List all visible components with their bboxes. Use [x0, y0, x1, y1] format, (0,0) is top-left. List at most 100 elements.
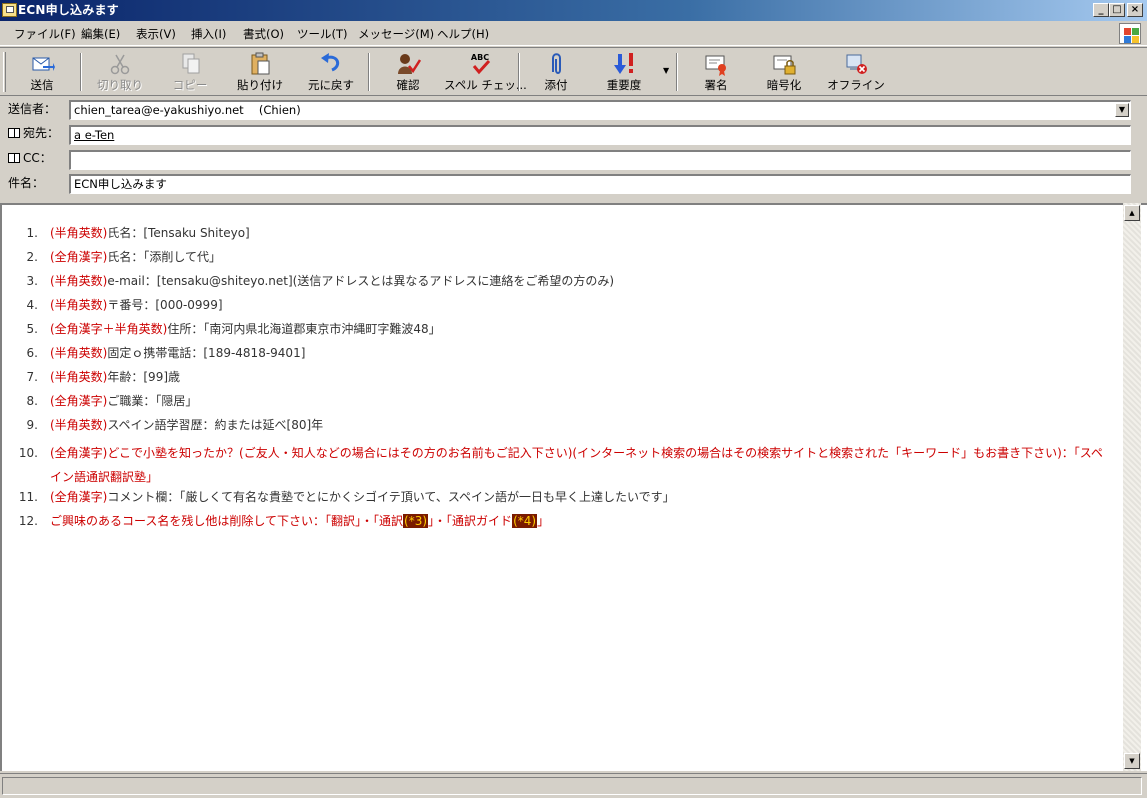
subject-label: 件名：: [8, 176, 45, 190]
clipboard-icon: [251, 52, 270, 75]
cut-button[interactable]: 切り取り: [92, 50, 148, 94]
list-number: 8.: [26, 394, 38, 408]
minimize-button[interactable]: _: [1093, 3, 1109, 17]
copy-button[interactable]: コピー: [162, 50, 218, 94]
menu-message[interactable]: メッセージ(M): [358, 27, 434, 41]
paste-button[interactable]: 貼り付け: [232, 50, 288, 94]
check-names-label: 確認: [396, 78, 420, 92]
item-tag: (半角英数): [50, 418, 108, 432]
cc-field[interactable]: [69, 150, 1131, 170]
address-book-icon: [8, 153, 20, 163]
menu-format[interactable]: 書式(O): [243, 27, 284, 41]
subject-value: ECN申し込みます: [74, 177, 167, 191]
list-number: 9.: [26, 418, 38, 432]
scroll-up-button[interactable]: ▲: [1124, 205, 1140, 221]
copy-icon: [182, 53, 200, 74]
spell-check-label: スペル チェッ...: [444, 78, 527, 92]
menu-bar: ファイル(F) 編集(E) 表示(V) 挿入(I) 書式(O) ツール(T) メ…: [0, 21, 1147, 46]
vertical-scrollbar[interactable]: ▲ ▼: [1123, 203, 1141, 771]
item-text: ご興味のあるコース名を残し他は削除して下さい：「翻訳」・「通訳: [50, 514, 404, 528]
menu-file[interactable]: ファイル(F): [14, 27, 76, 41]
close-button[interactable]: ×: [1127, 3, 1143, 17]
window-title: ECN申し込みます: [18, 3, 119, 17]
menu-view[interactable]: 表示(V): [136, 27, 176, 41]
spell-icon-text: ABC: [471, 53, 489, 62]
menu-edit[interactable]: 編集(E): [81, 27, 120, 41]
message-body[interactable]: 1. (半角英数)氏名：[Tensaku Shiteyo] 2. (全角漢字)氏名：…: [0, 203, 1147, 771]
toolbar-separator: [80, 53, 82, 91]
from-combobox[interactable]: chien_tarea@e-yakushiyo.net (Chien) ▼: [69, 100, 1131, 120]
item-tag: (全角漢字): [50, 394, 108, 408]
menu-tools[interactable]: ツール(T): [297, 27, 348, 41]
attach-button[interactable]: 添付: [528, 50, 584, 94]
item-tag: (全角漢字＋半角英数): [50, 322, 168, 336]
spellcheck-icon: ABC: [471, 53, 491, 75]
toolbar: 送信 切り取り コピー 貼り付け 元に戻す 確認 ABC スペル チェッ... …: [0, 47, 1147, 96]
item-text: 氏名：[Tensaku Shiteyo]: [107, 226, 250, 240]
list-number: 3.: [26, 274, 38, 288]
to-recipient[interactable]: a e-Ten: [74, 128, 114, 142]
address-book-icon: [8, 128, 20, 138]
to-field[interactable]: a e-Ten: [69, 125, 1131, 145]
menu-insert[interactable]: 挿入(I): [191, 27, 226, 41]
status-cell: [2, 777, 1142, 795]
toolbar-separator: [368, 53, 370, 91]
undo-arrow-icon: [321, 53, 340, 72]
item-tag: (半角英数): [50, 274, 108, 288]
subject-field[interactable]: ECN申し込みます: [69, 174, 1131, 194]
list-number: 6.: [26, 346, 38, 360]
attach-label: 添付: [544, 78, 568, 92]
item-text: 」: [537, 514, 550, 528]
cc-label-wrap[interactable]: CC：: [8, 151, 52, 165]
maximize-button[interactable]: □: [1109, 3, 1125, 17]
sign-certificate-icon: [705, 55, 726, 76]
item-text: e-mail：[tensaku@shiteyo.net](送信アドレスとは異なる…: [107, 274, 615, 288]
list-number: 5.: [26, 322, 38, 336]
item-text: 氏名：「添削して代」: [107, 250, 222, 264]
item-text: 固定ｏ携帯電話：[189-4818-9401]: [107, 346, 306, 360]
highlight-mark: (*4): [512, 514, 538, 528]
spell-check-button[interactable]: ABC スペル チェッ...: [444, 50, 527, 94]
priority-button[interactable]: 重要度: [596, 50, 652, 94]
item-text: スペイン語学習歴：約または延べ[80]年: [107, 418, 324, 432]
item-tag: (全角漢字): [50, 250, 108, 264]
scroll-down-button[interactable]: ▼: [1124, 753, 1140, 769]
to-label: 宛先：: [23, 126, 60, 140]
undo-label: 元に戻す: [308, 78, 354, 92]
item-tag: (半角英数): [50, 226, 108, 240]
offline-label: オフライン: [827, 78, 885, 92]
send-button[interactable]: 送信: [14, 50, 70, 94]
check-names-icon: [398, 54, 421, 74]
paperclip-icon: [552, 53, 561, 74]
menu-help[interactable]: ヘルプ(H): [437, 27, 489, 41]
item-tag: (全角漢字): [50, 490, 108, 504]
item-text: コメント欄：「厳しくて有名な貴塾でとにかくシゴイテ頂いて、スペイン語が一日も早く…: [107, 490, 675, 504]
item-tag: (半角英数): [50, 298, 108, 312]
item-text: どこで小塾を知ったか？(ご友人・知人などの場合にはその方のお名前もご記入下さい)…: [50, 446, 1103, 484]
title-bar[interactable]: ECN申し込みます _ □ ×: [0, 0, 1147, 21]
from-label: 送信者：: [8, 102, 57, 116]
toolbar-separator: [518, 53, 520, 91]
priority-dropdown-icon[interactable]: ▼: [663, 66, 669, 75]
list-number: 10.: [18, 446, 38, 460]
item-text: 住所：「南河内県北海道郡東京市沖縄町字難波48」: [167, 322, 441, 336]
toolbar-grip[interactable]: [3, 52, 6, 92]
offline-button[interactable]: オフライン: [826, 50, 886, 94]
priority-icon: [614, 53, 633, 74]
toolbar-separator: [676, 53, 678, 91]
item-text: 年齢：[99]歳: [107, 370, 181, 384]
list-number: 11.: [18, 490, 38, 504]
undo-button[interactable]: 元に戻す: [302, 50, 360, 94]
windows-logo-icon: [1119, 23, 1141, 44]
check-names-button[interactable]: 確認: [380, 50, 436, 94]
item-text: ご職業：「隠居」: [107, 394, 198, 408]
paste-label: 貼り付け: [237, 78, 283, 92]
compose-mail-icon: [2, 3, 17, 17]
from-dropdown-icon[interactable]: ▼: [1115, 103, 1129, 117]
to-label-wrap[interactable]: 宛先：: [8, 126, 59, 140]
priority-label: 重要度: [606, 78, 642, 92]
sign-button[interactable]: 署名: [688, 50, 744, 94]
message-headers: 送信者： chien_tarea@e-yakushiyo.net (Chien)…: [0, 97, 1147, 199]
encrypt-button[interactable]: 暗号化: [756, 50, 812, 94]
list-number: 7.: [26, 370, 38, 384]
